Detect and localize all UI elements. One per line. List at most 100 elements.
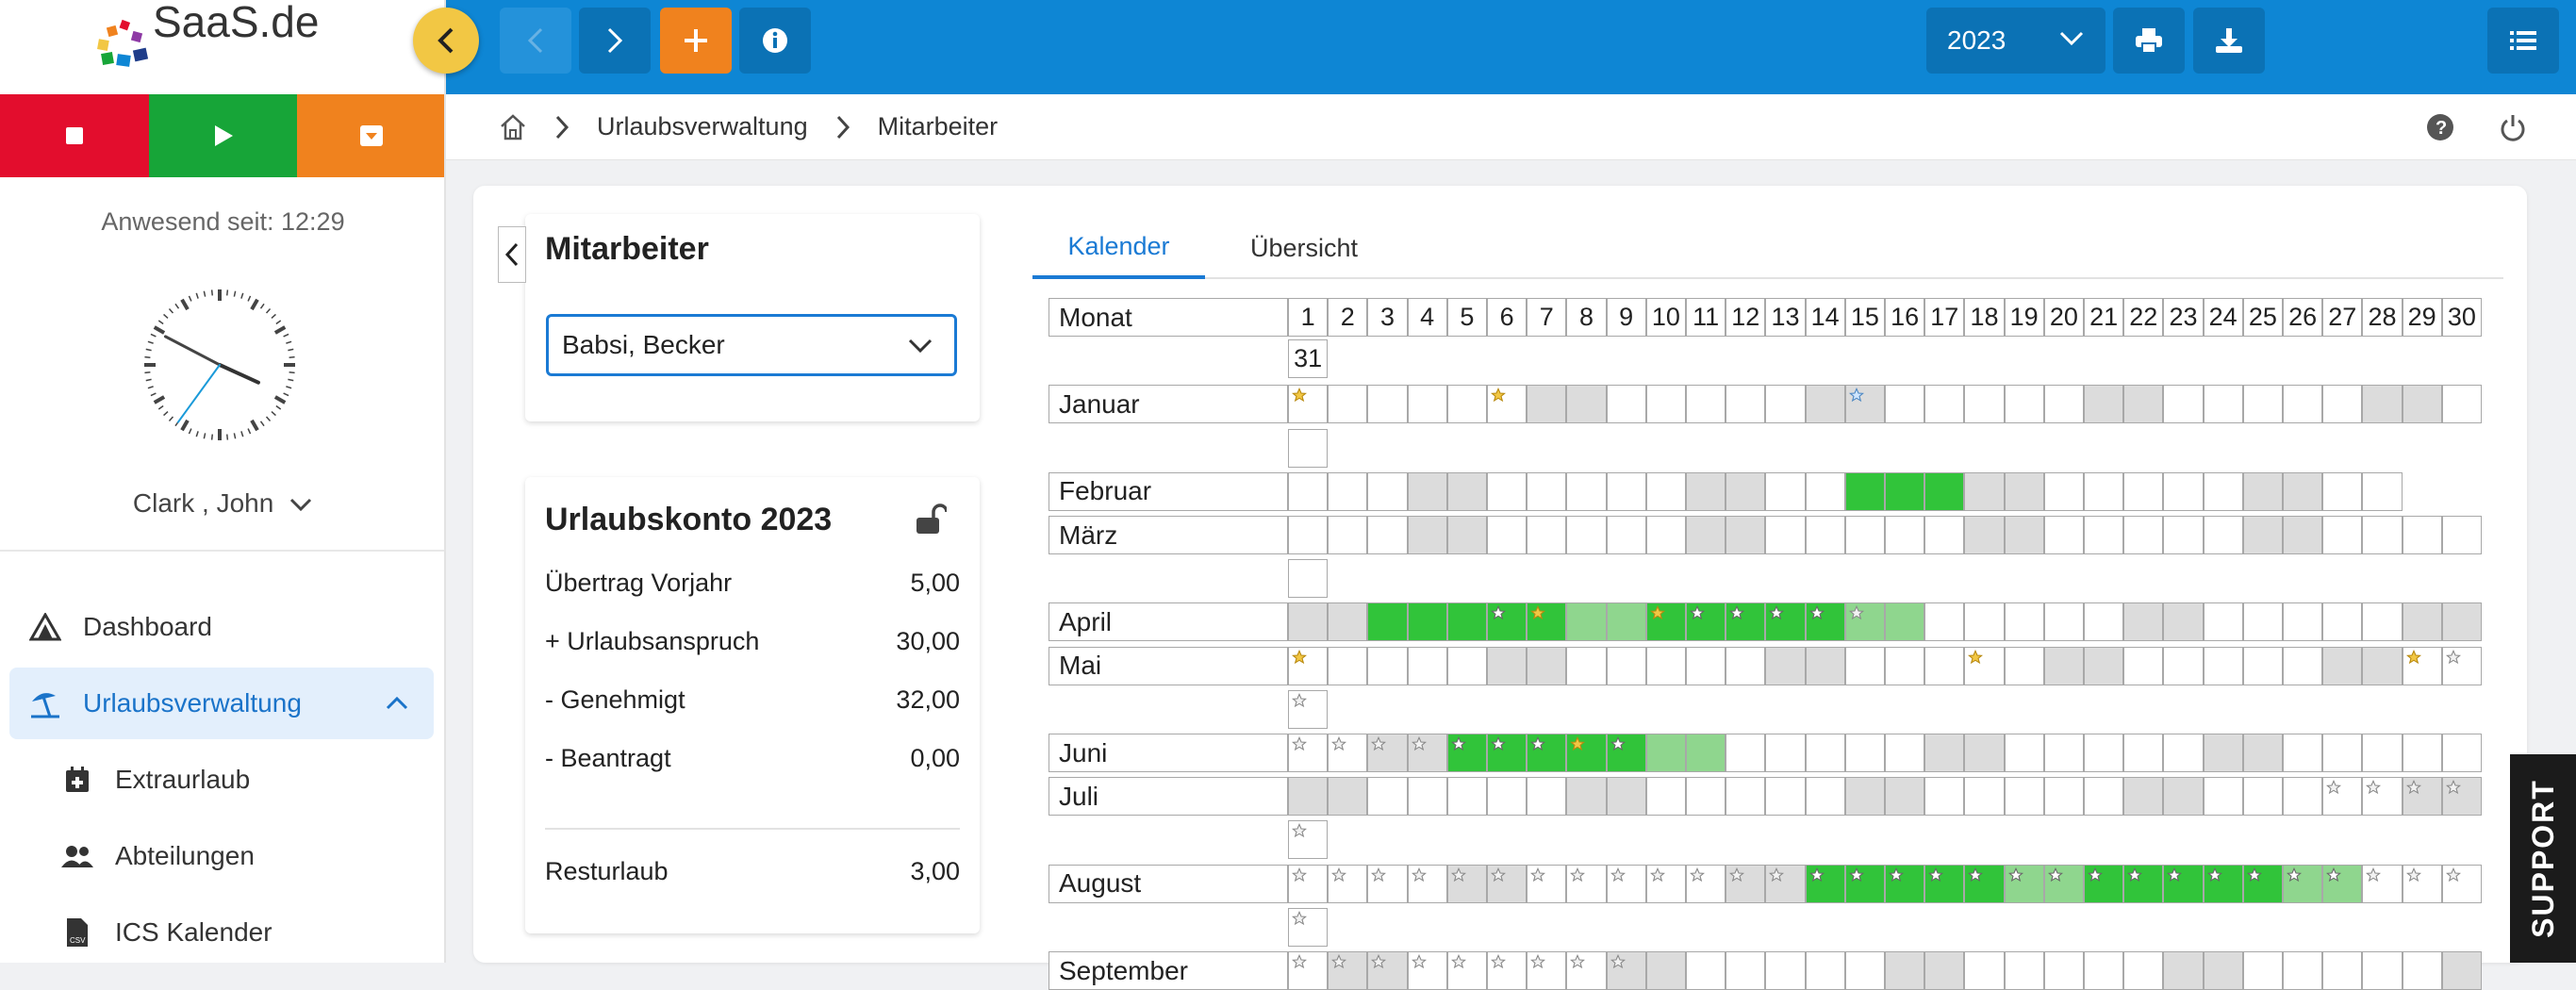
day-cell[interactable]	[2163, 734, 2204, 772]
day-cell[interactable]	[1566, 951, 1607, 990]
day-cell[interactable]	[1606, 777, 1646, 817]
day-cell[interactable]	[1805, 516, 1845, 554]
unlock-icon[interactable]	[915, 503, 947, 536]
day-cell[interactable]	[1686, 864, 1726, 903]
day-cell[interactable]	[1446, 864, 1487, 903]
day-cell[interactable]	[1844, 777, 1885, 817]
day-cell[interactable]	[1686, 777, 1726, 817]
day-cell[interactable]	[2322, 777, 2363, 817]
day-cell[interactable]	[1407, 516, 1447, 554]
day-cell[interactable]	[1606, 602, 1646, 642]
day-cell[interactable]	[2123, 777, 2164, 817]
day-cell[interactable]	[2441, 516, 2482, 554]
day-cell[interactable]	[2242, 864, 2283, 903]
day-cell[interactable]	[1566, 734, 1607, 772]
day-cell[interactable]	[1726, 471, 1766, 511]
day-cell[interactable]	[2163, 471, 2204, 511]
day-cell[interactable]	[1487, 734, 1527, 772]
day-cell[interactable]	[1686, 602, 1726, 642]
day-cell[interactable]	[2123, 646, 2164, 685]
day-cell[interactable]	[1328, 646, 1368, 685]
sidebar-toggle-button[interactable]	[413, 8, 479, 74]
day-cell[interactable]	[2362, 864, 2403, 903]
day-cell[interactable]	[1487, 864, 1527, 903]
day-cell[interactable]	[1885, 734, 1925, 772]
day-cell[interactable]	[1407, 864, 1447, 903]
day-cell[interactable]	[2362, 471, 2403, 511]
day-cell[interactable]	[2084, 646, 2124, 685]
day-cell[interactable]	[1964, 471, 2005, 511]
day-cell[interactable]	[1924, 734, 1965, 772]
day-cell[interactable]	[1487, 385, 1527, 424]
day-cell[interactable]	[2322, 385, 2363, 424]
power-icon[interactable]	[2499, 113, 2527, 141]
day-cell[interactable]	[1805, 385, 1845, 424]
day-cell[interactable]	[2084, 516, 2124, 554]
day-cell[interactable]	[2283, 734, 2323, 772]
day-cell[interactable]	[1606, 646, 1646, 685]
day-cell[interactable]	[2043, 864, 2084, 903]
day-cell[interactable]	[2203, 385, 2243, 424]
day-cell[interactable]	[1805, 951, 1845, 990]
day-cell[interactable]	[2084, 734, 2124, 772]
day-cell[interactable]	[2004, 734, 2044, 772]
day-cell[interactable]	[1288, 602, 1329, 642]
day-cell[interactable]	[2242, 471, 2283, 511]
day-cell[interactable]	[1288, 385, 1329, 424]
day-cell[interactable]	[1566, 864, 1607, 903]
nav-ics-kalender[interactable]: CSV ICS Kalender	[9, 897, 434, 963]
tab-uebersicht[interactable]: Übersicht	[1214, 217, 1394, 279]
day-cell[interactable]	[2123, 734, 2164, 772]
day-cell[interactable]	[2283, 646, 2323, 685]
day-cell[interactable]	[1288, 689, 1329, 729]
day-cell[interactable]	[1487, 602, 1527, 642]
day-cell[interactable]	[2163, 646, 2204, 685]
day-cell[interactable]	[1566, 777, 1607, 817]
day-cell[interactable]	[1288, 646, 1329, 685]
day-cell[interactable]	[1765, 516, 1806, 554]
day-cell[interactable]	[1527, 734, 1567, 772]
day-cell[interactable]	[1645, 516, 1686, 554]
day-cell[interactable]	[1328, 734, 1368, 772]
day-cell[interactable]	[1645, 385, 1686, 424]
day-cell[interactable]	[1844, 951, 1885, 990]
day-cell[interactable]	[1487, 777, 1527, 817]
day-cell[interactable]	[2203, 734, 2243, 772]
day-cell[interactable]	[1367, 646, 1408, 685]
day-cell[interactable]	[1527, 864, 1567, 903]
day-cell[interactable]	[1885, 385, 1925, 424]
day-cell[interactable]	[2283, 951, 2323, 990]
day-cell[interactable]	[1367, 516, 1408, 554]
day-cell[interactable]	[2322, 864, 2363, 903]
day-cell[interactable]	[1606, 385, 1646, 424]
day-cell[interactable]	[2283, 385, 2323, 424]
day-cell[interactable]	[1407, 646, 1447, 685]
day-cell[interactable]	[2084, 471, 2124, 511]
day-cell[interactable]	[2004, 602, 2044, 642]
day-cell[interactable]	[1446, 734, 1487, 772]
day-cell[interactable]	[2402, 646, 2442, 685]
day-cell[interactable]	[2322, 602, 2363, 642]
stop-button[interactable]	[0, 94, 149, 177]
day-cell[interactable]	[2004, 516, 2044, 554]
breadcrumb-urlaubsverwaltung[interactable]: Urlaubsverwaltung	[597, 112, 808, 141]
day-cell[interactable]	[1805, 777, 1845, 817]
day-cell[interactable]	[1885, 864, 1925, 903]
day-cell[interactable]	[1686, 734, 1726, 772]
day-cell[interactable]	[1765, 734, 1806, 772]
day-cell[interactable]	[1726, 777, 1766, 817]
day-cell[interactable]	[2322, 646, 2363, 685]
day-cell[interactable]	[1924, 471, 1965, 511]
day-cell[interactable]	[2084, 385, 2124, 424]
day-cell[interactable]	[1288, 734, 1329, 772]
day-cell[interactable]	[1288, 907, 1329, 947]
day-cell[interactable]	[2322, 951, 2363, 990]
day-cell[interactable]	[1686, 646, 1726, 685]
day-cell[interactable]	[1288, 471, 1329, 511]
day-cell[interactable]	[2004, 951, 2044, 990]
day-cell[interactable]	[1446, 951, 1487, 990]
day-cell[interactable]	[1885, 646, 1925, 685]
day-cell[interactable]	[1527, 516, 1567, 554]
day-cell[interactable]	[2362, 516, 2403, 554]
day-cell[interactable]	[1328, 471, 1368, 511]
